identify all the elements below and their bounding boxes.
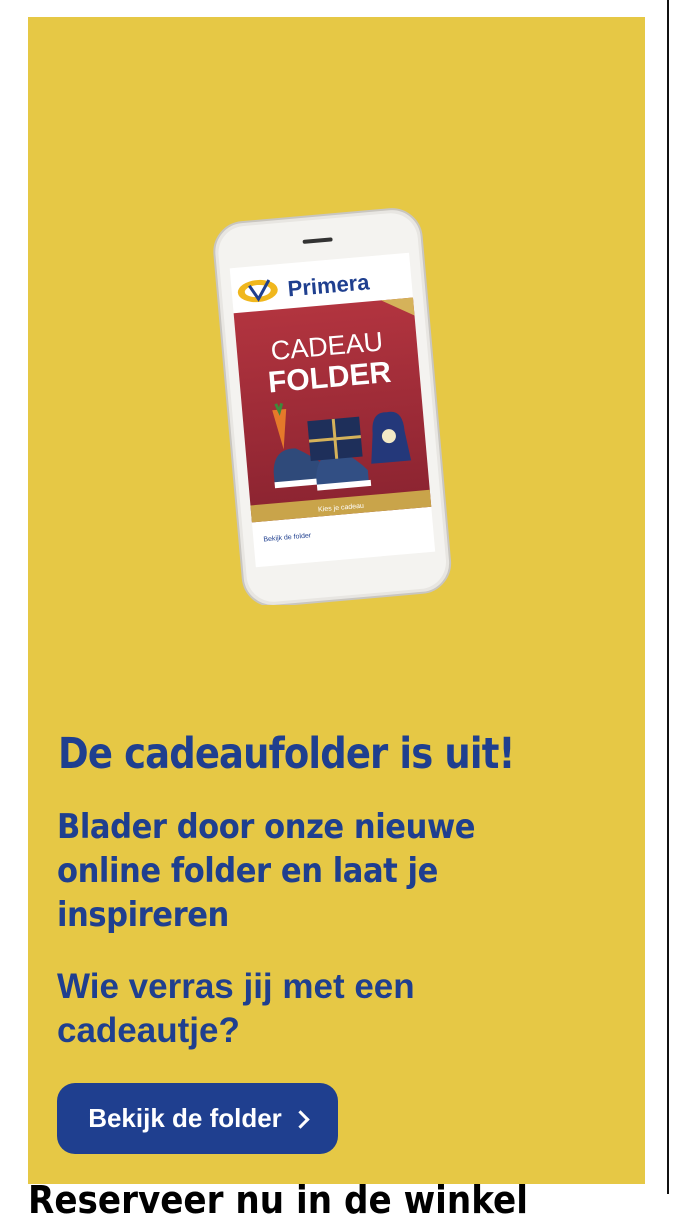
view-folder-button[interactable]: Bekijk de folder xyxy=(57,1083,338,1154)
promo-question: Wie verras jij met een cadeautje? xyxy=(57,967,415,1050)
promo-subheadline: Blader door onze nieuwe online folder en… xyxy=(57,807,476,935)
view-folder-button-label: Bekijk de folder xyxy=(88,1103,282,1133)
phone-illustration: Primera CADEAU FOLDER Kies je cadeau Bek… xyxy=(210,205,455,607)
next-section-heading: Reserveer nu in de winkel xyxy=(28,1178,528,1222)
promo-headline: De cadeaufolder is uit! xyxy=(58,729,515,779)
chevron-right-icon xyxy=(291,1109,310,1129)
page-edge-divider xyxy=(667,0,669,1194)
